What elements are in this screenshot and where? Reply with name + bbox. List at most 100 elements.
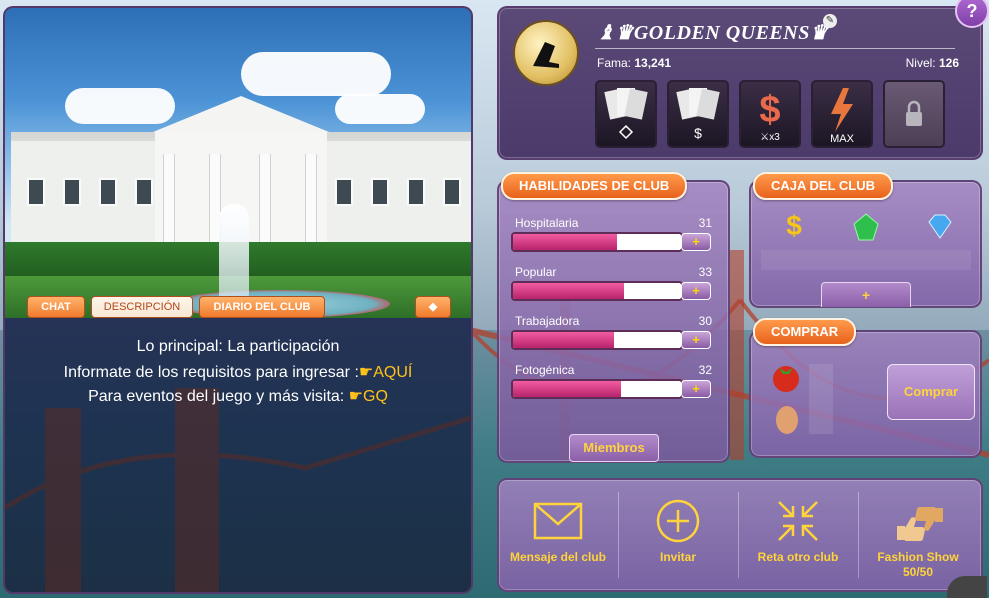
window — [135, 178, 153, 206]
club-profile-panel: CHAT DESCRIPCIÓN DIARIO DEL CLUB ◆ Lo pr… — [3, 6, 473, 594]
requirements-link[interactable]: ☛AQUÍ — [359, 364, 412, 381]
cards-dollar-icon: $ — [676, 88, 720, 141]
add-currency-button[interactable]: + — [821, 282, 911, 307]
perk-dollar-swords[interactable]: $ ⚔x3 — [739, 80, 801, 148]
skill-progress-fill — [513, 283, 624, 299]
invite-button[interactable]: Invitar — [619, 480, 737, 590]
requirements-text: Informate de los requisitos para ingresa… — [63, 364, 359, 381]
tab-descripcion[interactable]: DESCRIPCIÓN — [91, 296, 193, 318]
profile-tabs: CHAT DESCRIPCIÓN DIARIO DEL CLUB ◆ — [27, 296, 457, 318]
skills-panel: HABILIDADES DE CLUB Hospitalaria 31 + Popul… — [497, 172, 730, 463]
edit-icon[interactable]: ✎ — [823, 14, 837, 28]
buy-panel: COMPRAR Comprar — [749, 318, 982, 458]
club-header-panel: ♝♛GOLDEN QUEENS♛ ✎ Fama: 13,241 Nivel: 1… — [497, 6, 983, 160]
gq-link[interactable]: ☛GQ — [349, 388, 388, 405]
cards-diamond-icon — [604, 88, 648, 140]
level-stat: Nivel: 126 — [906, 56, 959, 70]
plus-circle-icon — [656, 499, 700, 543]
invite-label: Invitar — [659, 550, 696, 564]
club-box-panel: CAJA DEL CLUB $ + — [749, 172, 982, 308]
svg-text:⚔x3: ⚔x3 — [760, 132, 780, 143]
dollar-swords-icon: $ ⚔x3 — [759, 89, 780, 143]
skill-name: Popular — [515, 265, 557, 279]
skill-upgrade-button[interactable]: + — [681, 233, 711, 251]
dollar-icon: $ — [786, 210, 802, 241]
skill-value: 33 — [698, 265, 712, 279]
column — [259, 154, 271, 248]
tab-chat[interactable]: CHAT — [27, 296, 85, 318]
club-message-button[interactable]: Mensaje del club — [499, 480, 617, 590]
column — [305, 154, 317, 248]
divider — [595, 48, 955, 49]
high-heel-icon — [533, 42, 559, 68]
arrows-inward-icon — [778, 501, 818, 541]
skill-progress-fill — [513, 234, 618, 250]
currency-amounts-hidden — [761, 250, 971, 270]
column — [163, 154, 175, 248]
perk-locked[interactable] — [883, 80, 945, 148]
skill-progress-bar — [511, 232, 683, 252]
svg-text:$: $ — [694, 125, 702, 141]
egg-icon — [773, 402, 801, 441]
skill-progress-fill — [513, 332, 614, 348]
tomato-icon — [769, 360, 803, 399]
lock-icon — [906, 100, 922, 126]
club-message-label: Mensaje del club — [509, 550, 607, 564]
tab-more-button[interactable]: ◆ — [415, 296, 451, 318]
skill-progress-bar — [511, 379, 683, 399]
skill-progress-bar — [511, 330, 683, 350]
fame-stat: Fama: 13,241 — [597, 56, 671, 70]
fashion-show-label: Fashion Show — [877, 550, 959, 564]
perk-cards-dollar[interactable]: $ — [667, 80, 729, 148]
window — [27, 178, 45, 206]
club-box-title: CAJA DEL CLUB — [753, 172, 894, 200]
skill-value: 30 — [698, 314, 712, 328]
skill-name: Fotogénica — [515, 363, 575, 377]
members-button[interactable]: Miembros — [569, 434, 659, 462]
skill-value: 31 — [698, 216, 712, 230]
level-value: 126 — [938, 56, 959, 70]
challenge-club-button[interactable]: Reta otro club — [739, 480, 857, 590]
envelope-icon — [533, 502, 583, 540]
description-line-3: Para eventos del juego y más visita: ☛GQ — [5, 386, 471, 406]
events-text: Para eventos del juego y más visita: — [88, 388, 349, 405]
fame-label: Fama: — [597, 56, 632, 70]
level-label: Nivel: — [905, 56, 936, 70]
svg-text:MAX: MAX — [830, 133, 855, 145]
buy-title: COMPRAR — [753, 318, 857, 346]
buy-amounts-hidden — [809, 364, 833, 434]
skill-name: Hospitalaria — [515, 216, 579, 230]
skill-upgrade-button[interactable]: + — [681, 380, 711, 398]
diamond-icon — [925, 210, 955, 244]
tab-diario-del-club[interactable]: DIARIO DEL CLUB — [199, 296, 325, 318]
perk-lightning-max[interactable]: MAX — [811, 80, 873, 148]
bridge-silhouette — [5, 388, 471, 592]
skill-value: 32 — [698, 363, 712, 377]
window — [99, 178, 117, 206]
club-background-image — [5, 8, 471, 318]
fame-value: 13,241 — [634, 56, 672, 70]
skill-upgrade-button[interactable]: + — [681, 282, 711, 300]
skill-progress-fill — [513, 381, 621, 397]
club-actions-panel: Mensaje del club Invitar Reta otro club … — [497, 478, 983, 592]
svg-text:$: $ — [759, 89, 780, 131]
window — [335, 178, 353, 206]
window — [371, 178, 389, 206]
fashion-show-button[interactable]: Fashion Show 50/50 — [859, 480, 977, 590]
building-pediment — [153, 96, 329, 132]
fountain-jet — [219, 204, 249, 300]
window — [63, 178, 81, 206]
club-name: ♝♛GOLDEN QUEENS♛ — [597, 22, 829, 44]
lightning-max-icon: MAX — [830, 88, 855, 145]
skill-upgrade-button[interactable]: + — [681, 331, 711, 349]
perk-cards-diamond[interactable] — [595, 80, 657, 148]
cloud — [241, 52, 391, 96]
character-avatar[interactable] — [947, 576, 987, 598]
emerald-icon — [851, 210, 881, 244]
description-line-2: Informate de los requisitos para ingresa… — [5, 362, 471, 382]
skills-title: HABILIDADES DE CLUB — [501, 172, 688, 200]
window — [443, 178, 461, 206]
window — [407, 178, 425, 206]
description-line-1: Lo principal: La participación — [136, 338, 340, 355]
buy-button[interactable]: Comprar — [887, 364, 975, 420]
